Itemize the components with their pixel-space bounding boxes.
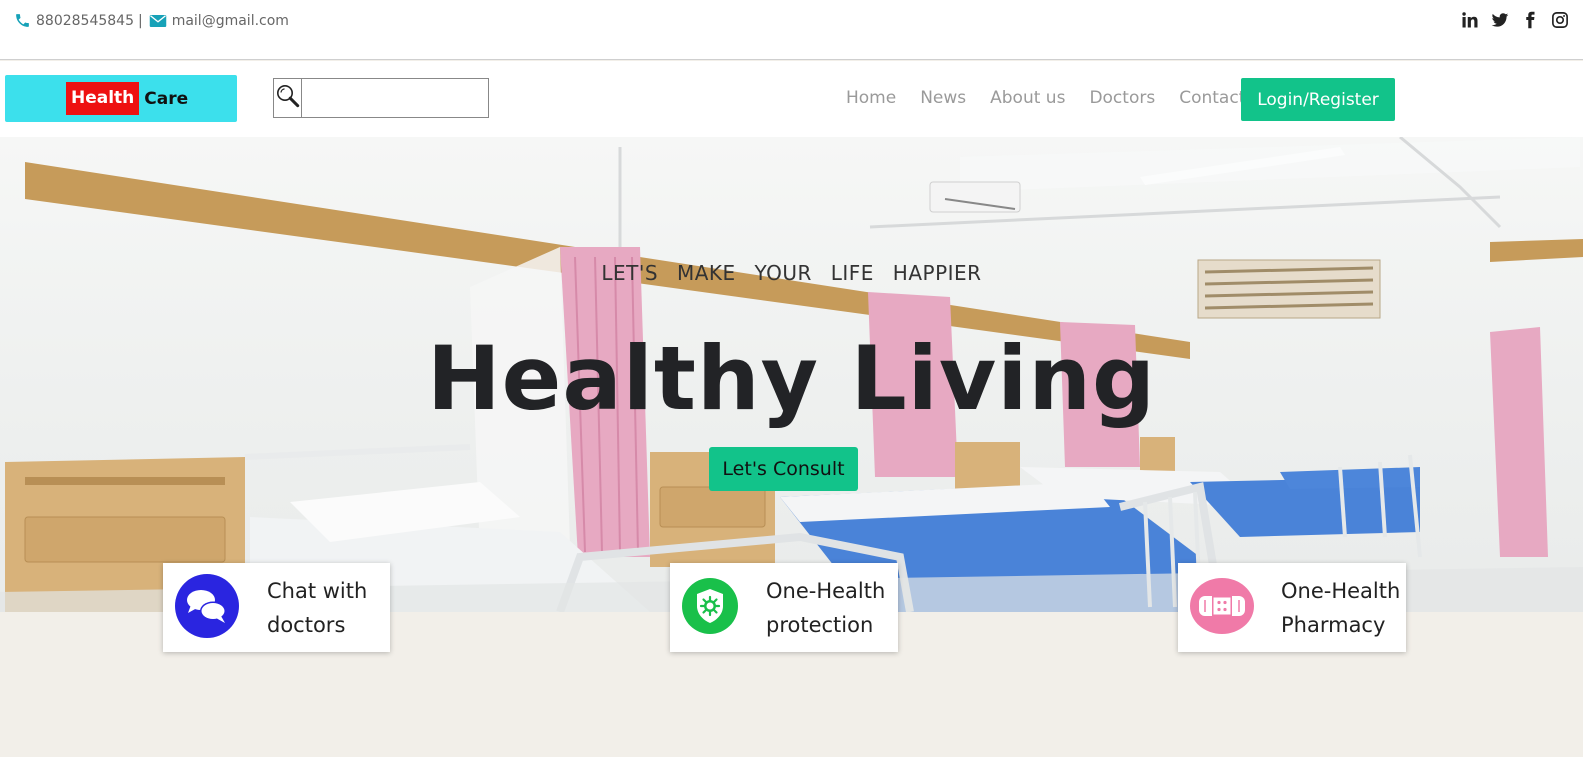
search-button[interactable] [274, 79, 302, 117]
email-address[interactable]: mail@gmail.com [172, 13, 289, 29]
feature-line-1: Chat with [267, 578, 368, 603]
facebook-icon[interactable] [1521, 11, 1539, 29]
brand-logo[interactable]: Health Care [5, 75, 237, 122]
feature-line-1: One-Health [1281, 578, 1401, 603]
phone-number[interactable]: 88028545845 [36, 13, 134, 29]
phone-icon [14, 12, 31, 29]
contact-separator: | [137, 12, 143, 29]
twitter-icon[interactable] [1491, 11, 1509, 29]
nav-menu: Home News About us Doctors Contact [846, 88, 1245, 108]
nav-item-contact[interactable]: Contact [1179, 88, 1245, 108]
contact-info: 88028545845 | mail@gmail.com [14, 12, 289, 29]
nav-item-home[interactable]: Home [846, 88, 896, 108]
brand-word-health: Health [66, 82, 140, 115]
nav-item-doctors[interactable]: Doctors [1089, 88, 1155, 108]
top-contact-bar: 88028545845 | mail@gmail.com [0, 0, 1583, 60]
feature-line-2: protection [766, 612, 874, 637]
pharmacy-icon [1190, 577, 1254, 638]
login-register-button[interactable]: Login/Register [1241, 78, 1395, 121]
search-input[interactable] [302, 79, 488, 117]
nav-item-news[interactable]: News [920, 88, 966, 108]
hero-headline: Healthy Living [427, 327, 1156, 430]
hero-banner: LET'S MAKE YOUR LIFE HAPPIER Healthy Liv… [0, 137, 1583, 612]
mail-icon [149, 14, 167, 28]
main-navbar: Health Care Home News About us Doctors C… [0, 61, 1583, 137]
feature-card-protection[interactable]: One-Health protection [670, 563, 898, 652]
feature-card-chat[interactable]: Chat with doctors [163, 563, 390, 652]
brand-word-care: Care [144, 88, 189, 109]
feature-text-protection: One-Health protection [766, 574, 885, 642]
feature-line-2: doctors [267, 612, 346, 637]
feature-text-pharmacy: One-Health Pharmacy [1281, 574, 1400, 642]
chat-icon [175, 573, 239, 642]
search-box [273, 78, 489, 118]
hero-tagline: LET'S MAKE YOUR LIFE HAPPIER [601, 261, 982, 285]
nav-item-about-us[interactable]: About us [990, 88, 1065, 108]
feature-line-1: One-Health [766, 578, 886, 603]
lets-consult-button[interactable]: Let's Consult [709, 447, 858, 491]
shield-virus-icon [682, 577, 738, 638]
social-links [1461, 11, 1569, 29]
instagram-icon[interactable] [1551, 11, 1569, 29]
linkedin-icon[interactable] [1461, 11, 1479, 29]
feature-line-2: Pharmacy [1281, 612, 1386, 637]
feature-text-chat: Chat with doctors [267, 574, 367, 642]
feature-card-pharmacy[interactable]: One-Health Pharmacy [1178, 563, 1406, 652]
search-icon [275, 83, 301, 113]
